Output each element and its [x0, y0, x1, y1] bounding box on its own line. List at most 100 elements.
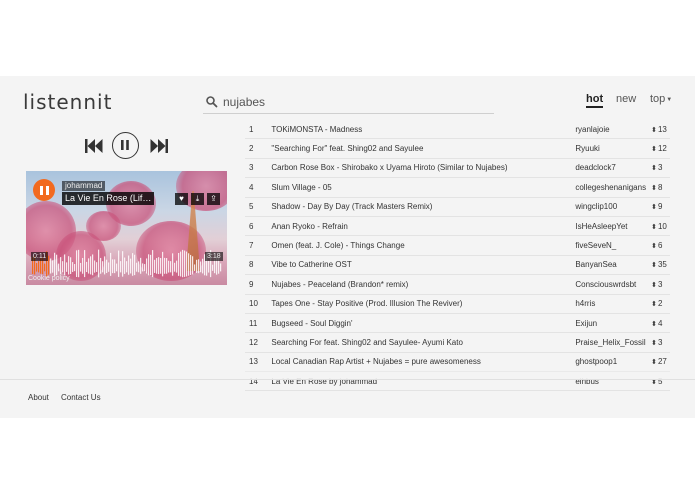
vote-arrows-icon[interactable]: ⬍: [651, 262, 657, 269]
waveform-bar: [118, 250, 120, 277]
waveform-bar: [106, 259, 108, 273]
waveform-bar: [138, 261, 140, 273]
song-title[interactable]: Tapes One - Stay Positive (Prod. Illusio…: [271, 294, 576, 314]
waveform-bar: [150, 254, 152, 276]
vote-arrows-icon[interactable]: ⬍: [651, 127, 657, 134]
song-row[interactable]: 8 Vibe to Catherine OST BanyanSea ⬍35: [245, 255, 670, 276]
song-user[interactable]: fiveSeveN_: [575, 235, 652, 256]
song-votes[interactable]: ⬍6: [651, 235, 670, 256]
heart-icon[interactable]: ♥: [175, 193, 188, 205]
waveform-bar: [190, 254, 192, 276]
song-row[interactable]: 5 Shadow - Day By Day (Track Masters Remi…: [245, 197, 670, 217]
waveform-bar: [48, 255, 50, 275]
song-title[interactable]: Shadow - Day By Day (Track Masters Remix…: [271, 197, 576, 217]
song-row[interactable]: 7 Omen (feat. J. Cole) - Things Change fiv…: [245, 235, 670, 256]
next-icon[interactable]: [149, 138, 169, 154]
song-title[interactable]: TOKiMONSTA - Madness: [271, 120, 576, 140]
song-row[interactable]: 4 Slum Village - 05 collegeshenanigans ⬍8: [245, 177, 670, 198]
vote-arrows-icon[interactable]: ⬍: [651, 146, 657, 153]
vote-count: 35: [657, 260, 667, 270]
about-link[interactable]: About: [28, 393, 49, 402]
waveform-bar: [104, 256, 106, 275]
waveform-bar: [76, 250, 78, 277]
song-votes[interactable]: ⬍9: [651, 197, 670, 217]
song-row[interactable]: 6 Anan Ryoko - Refrain IsHeAsleepYet ⬍10: [245, 216, 670, 237]
song-row[interactable]: 3 Carbon Rose Box - Shirobako x Uyama Hir…: [245, 158, 670, 179]
song-user[interactable]: BanyanSea: [575, 255, 652, 276]
song-user[interactable]: IsHeAsleepYet: [575, 216, 652, 237]
song-row[interactable]: 12 Searching For feat. Shing02 and Sayule…: [245, 332, 670, 353]
song-user[interactable]: wingclip100: [575, 197, 652, 217]
song-user[interactable]: deadclock7: [575, 158, 652, 179]
song-title[interactable]: Slum Village - 05: [271, 177, 576, 198]
song-votes[interactable]: ⬍3: [651, 274, 670, 295]
song-row[interactable]: 1 TOKiMONSTA - Madness ryanlajoie ⬍13: [245, 120, 670, 140]
soundcloud-player[interactable]: johammad La Vie En Rose (Lif… ♥ ⤓ ⇪ 0:11…: [26, 171, 227, 285]
song-title[interactable]: Anan Ryoko - Refrain: [271, 216, 576, 237]
song-user[interactable]: Exijun: [575, 313, 652, 334]
song-votes[interactable]: ⬍3: [651, 158, 670, 179]
song-user[interactable]: collegeshenanigans: [575, 177, 652, 198]
song-votes[interactable]: ⬍8: [651, 177, 670, 198]
song-user[interactable]: ryanlajoie: [575, 120, 652, 140]
list-fade: [240, 366, 680, 380]
song-title[interactable]: Carbon Rose Box - Shirobako x Uyama Hiro…: [271, 158, 576, 179]
track-title[interactable]: La Vie En Rose (Lif…: [62, 192, 155, 205]
vote-arrows-icon[interactable]: ⬍: [651, 224, 657, 231]
share-icon[interactable]: ⇪: [207, 193, 220, 205]
previous-icon[interactable]: [84, 138, 104, 154]
vote-arrows-icon[interactable]: ⬍: [651, 301, 657, 308]
footer: About Contact Us: [0, 379, 695, 418]
vote-arrows-icon[interactable]: ⬍: [651, 204, 657, 211]
song-votes[interactable]: ⬍4: [651, 313, 670, 334]
song-votes[interactable]: ⬍2: [651, 294, 670, 314]
song-user[interactable]: Ryuuki: [575, 138, 652, 159]
tab-top[interactable]: top▼: [650, 93, 672, 105]
song-title[interactable]: Searching For feat. Shing02 and Sayulee-…: [271, 332, 576, 353]
song-row[interactable]: 10 Tapes One - Stay Positive (Prod. Illus…: [245, 294, 670, 314]
pause-button-player[interactable]: [33, 179, 55, 201]
contact-link[interactable]: Contact Us: [61, 393, 101, 402]
song-votes[interactable]: ⬍12: [651, 138, 670, 159]
waveform[interactable]: [32, 245, 222, 279]
song-votes[interactable]: ⬍35: [651, 255, 670, 276]
search-bar[interactable]: [203, 92, 494, 114]
song-user[interactable]: h4rris: [575, 294, 652, 314]
song-row[interactable]: 9 Nujabes - Peaceland (Brandon* remix) Con…: [245, 274, 670, 295]
song-row[interactable]: 2 "Searching For" feat. Shing02 and Sayul…: [245, 138, 670, 159]
song-title[interactable]: Omen (feat. J. Cole) - Things Change: [271, 235, 576, 256]
download-icon[interactable]: ⤓: [191, 193, 204, 205]
vote-arrows-icon[interactable]: ⬍: [651, 282, 657, 289]
song-title[interactable]: Nujabes - Peaceland (Brandon* remix): [271, 274, 576, 295]
song-title[interactable]: "Searching For" feat. Shing02 and Sayule…: [271, 138, 576, 159]
vote-arrows-icon[interactable]: ⬍: [651, 243, 657, 250]
song-votes[interactable]: ⬍3: [651, 332, 670, 353]
waveform-bar: [144, 264, 146, 272]
song-title[interactable]: Vibe to Catherine OST: [271, 255, 576, 276]
waveform-bar: [148, 254, 150, 276]
song-user[interactable]: Consciouswrdsbt: [575, 274, 652, 295]
tab-top-label: top: [650, 93, 666, 105]
waveform-bar: [52, 260, 54, 273]
song-votes[interactable]: ⬍13: [651, 120, 670, 140]
cookie-policy-link[interactable]: Cookie policy: [28, 275, 70, 282]
waveform-bar: [200, 261, 202, 273]
waveform-bar: [120, 261, 122, 273]
song-rank: 11: [245, 313, 272, 334]
track-uploader[interactable]: johammad: [62, 181, 106, 191]
logo[interactable]: listennit: [23, 90, 112, 114]
waveform-bar: [170, 261, 172, 273]
vote-arrows-icon[interactable]: ⬍: [651, 321, 657, 328]
song-row[interactable]: 11 Bugseed - Soul Diggin' Exijun ⬍4: [245, 313, 670, 334]
vote-arrows-icon[interactable]: ⬍: [651, 165, 657, 172]
tab-new[interactable]: new: [616, 93, 636, 105]
tab-hot[interactable]: hot: [586, 93, 604, 108]
waveform-bar: [194, 264, 196, 271]
song-votes[interactable]: ⬍10: [651, 216, 670, 237]
song-title[interactable]: Bugseed - Soul Diggin': [271, 313, 576, 334]
pause-button[interactable]: [112, 132, 139, 159]
vote-arrows-icon[interactable]: ⬍: [651, 185, 657, 192]
vote-arrows-icon[interactable]: ⬍: [651, 340, 657, 347]
search-input[interactable]: [221, 94, 485, 110]
song-user[interactable]: Praise_Helix_Fossil: [575, 332, 652, 353]
